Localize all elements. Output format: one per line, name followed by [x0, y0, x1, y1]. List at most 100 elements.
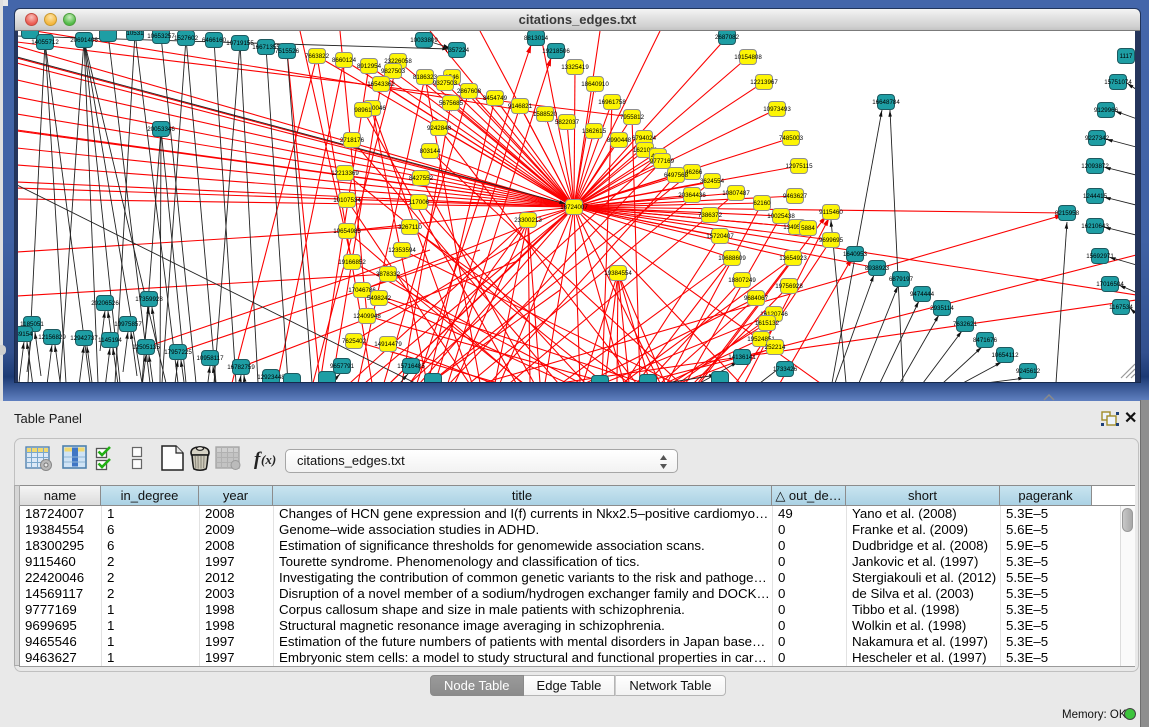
svg-text:16648784: 16648784	[872, 99, 900, 106]
svg-text:8990448: 8990448	[607, 137, 632, 144]
svg-text:10973493: 10973493	[763, 106, 791, 113]
svg-text:8813014: 8813014	[524, 35, 549, 42]
svg-text:10154808: 10154808	[734, 54, 762, 61]
svg-text:16543362: 16543362	[367, 81, 395, 88]
svg-text:7955812: 7955812	[620, 114, 645, 121]
svg-text:1117: 1117	[1120, 53, 1133, 60]
svg-text:10531: 10531	[126, 31, 144, 37]
svg-text:23300213: 23300213	[514, 217, 542, 224]
svg-text:12409948: 12409948	[353, 313, 381, 320]
svg-text:7386372: 7386372	[698, 212, 723, 219]
svg-text:20053346: 20053346	[147, 126, 175, 133]
svg-text:20691406: 20691406	[70, 37, 98, 44]
svg-text:12923448: 12923448	[257, 374, 285, 381]
svg-text:9777169: 9777169	[650, 158, 675, 165]
svg-text:17359928: 17359928	[135, 296, 163, 303]
svg-text:7663822: 7663822	[305, 53, 330, 60]
svg-text:2687082: 2687082	[715, 34, 740, 41]
svg-text:5675685: 5675685	[439, 100, 464, 107]
svg-text:9827503: 9827503	[381, 68, 406, 75]
svg-text:3267110: 3267110	[398, 224, 422, 231]
svg-text:15692971: 15692971	[1086, 253, 1114, 260]
svg-text:18724007: 18724007	[560, 204, 588, 211]
svg-text:20206526: 20206526	[91, 300, 119, 307]
svg-text:(x): (x)	[261, 452, 276, 467]
svg-text:8215958: 8215958	[1055, 210, 1080, 217]
svg-text:12505135: 12505135	[132, 344, 160, 351]
svg-text:10033809: 10033809	[410, 37, 438, 44]
svg-text:13325419: 13325419	[561, 64, 589, 71]
svg-text:7625402: 7625402	[342, 338, 367, 345]
svg-text:16782759: 16782759	[227, 364, 255, 371]
svg-text:5498242: 5498242	[367, 295, 392, 302]
svg-text:9129966: 9129966	[1094, 107, 1119, 114]
svg-text:3624554: 3624554	[700, 178, 725, 185]
svg-text:9242848: 9242848	[427, 125, 452, 132]
svg-text:9327503: 9327503	[433, 80, 458, 87]
svg-text:7515526: 7515526	[275, 48, 300, 55]
svg-text:12213967: 12213967	[750, 79, 778, 86]
svg-text:14055712: 14055712	[31, 39, 59, 46]
svg-text:8427552: 8427552	[409, 175, 434, 182]
svg-text:15751074: 15751074	[1104, 79, 1132, 86]
svg-text:9699695: 9699695	[819, 237, 844, 244]
svg-text:6497568: 6497568	[664, 172, 689, 179]
svg-text:62160: 62160	[753, 200, 771, 207]
svg-text:8938923: 8938923	[865, 265, 890, 272]
svg-text:7632621: 7632621	[953, 321, 978, 328]
svg-text:12942737: 12942737	[70, 335, 98, 342]
svg-text:803144: 803144	[420, 148, 441, 155]
svg-text:117006: 117006	[409, 199, 430, 206]
svg-text:8660124: 8660124	[332, 57, 357, 64]
svg-text:6794024: 6794024	[632, 135, 657, 142]
svg-text:10958117: 10958117	[196, 355, 224, 362]
svg-text:39154: 39154	[18, 331, 33, 338]
svg-text:10807487: 10807487	[722, 190, 750, 197]
svg-text:10719155: 10719155	[226, 40, 254, 47]
svg-text:16210643: 16210643	[1081, 223, 1109, 230]
svg-text:17016504: 17016504	[1096, 281, 1124, 288]
svg-text:19166852: 19166852	[338, 259, 366, 266]
svg-text:13654923: 13654923	[779, 255, 807, 262]
svg-text:1527602: 1527602	[174, 35, 199, 42]
svg-text:12156829: 12156829	[38, 334, 66, 341]
svg-text:7485003: 7485003	[779, 135, 804, 142]
svg-text:1615132: 1615132	[755, 320, 780, 327]
svg-text:7357224: 7357224	[445, 47, 470, 54]
svg-text:1588520: 1588520	[533, 111, 558, 118]
svg-text:10654112: 10654112	[991, 352, 1019, 359]
svg-text:15716485: 15716485	[397, 363, 425, 370]
svg-text:9227342: 9227342	[1085, 135, 1110, 142]
svg-text:10107534: 10107534	[333, 197, 361, 204]
svg-text:8454749: 8454749	[483, 95, 508, 102]
svg-text:6466160: 6466160	[202, 37, 227, 44]
svg-text:20364436: 20364436	[678, 192, 706, 199]
svg-text:9474444: 9474444	[910, 291, 935, 298]
svg-text:1145194: 1145194	[98, 337, 122, 344]
svg-text:1733426: 1733426	[773, 366, 798, 373]
svg-text:98961: 98961	[354, 107, 372, 114]
svg-text:15720407: 15720407	[706, 233, 734, 240]
svg-text:10688609: 10688609	[718, 255, 746, 262]
svg-text:10653257: 10653257	[147, 33, 175, 40]
svg-text:12093872: 12093872	[1081, 163, 1109, 170]
svg-text:19756928: 19756928	[775, 283, 803, 290]
svg-text:9657791: 9657791	[330, 363, 355, 370]
svg-text:8471676: 8471676	[973, 337, 998, 344]
svg-text:19654985: 19654985	[333, 228, 361, 235]
svg-text:9463627: 9463627	[783, 193, 808, 200]
svg-text:9115460: 9115460	[819, 209, 843, 216]
svg-text:3878332: 3878332	[376, 271, 401, 278]
svg-text:1244415: 1244415	[1083, 193, 1108, 200]
svg-text:14136141: 14136141	[728, 354, 756, 361]
svg-text:5822037: 5822037	[555, 119, 580, 126]
svg-text:16961758: 16961758	[598, 99, 626, 106]
svg-text:252214: 252214	[765, 344, 786, 351]
svg-text:19218506: 19218506	[542, 48, 570, 55]
svg-text:8912954: 8912954	[357, 63, 382, 70]
svg-text:18807249: 18807249	[728, 277, 756, 284]
svg-text:19384554: 19384554	[604, 270, 632, 277]
svg-text:10975857: 10975857	[114, 321, 142, 328]
svg-text:9146821: 9146821	[508, 103, 533, 110]
svg-text:6879197: 6879197	[889, 276, 914, 283]
